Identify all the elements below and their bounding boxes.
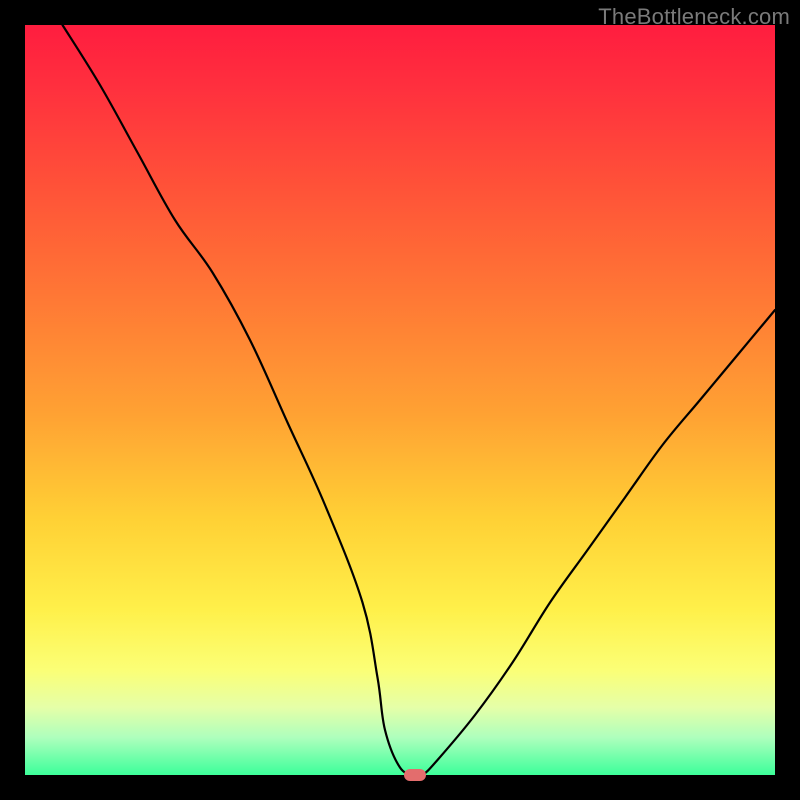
bottleneck-curve — [25, 25, 775, 775]
plot-area — [25, 25, 775, 775]
optimal-point-marker — [404, 769, 426, 781]
chart-frame: TheBottleneck.com — [0, 0, 800, 800]
watermark-text: TheBottleneck.com — [598, 4, 790, 30]
